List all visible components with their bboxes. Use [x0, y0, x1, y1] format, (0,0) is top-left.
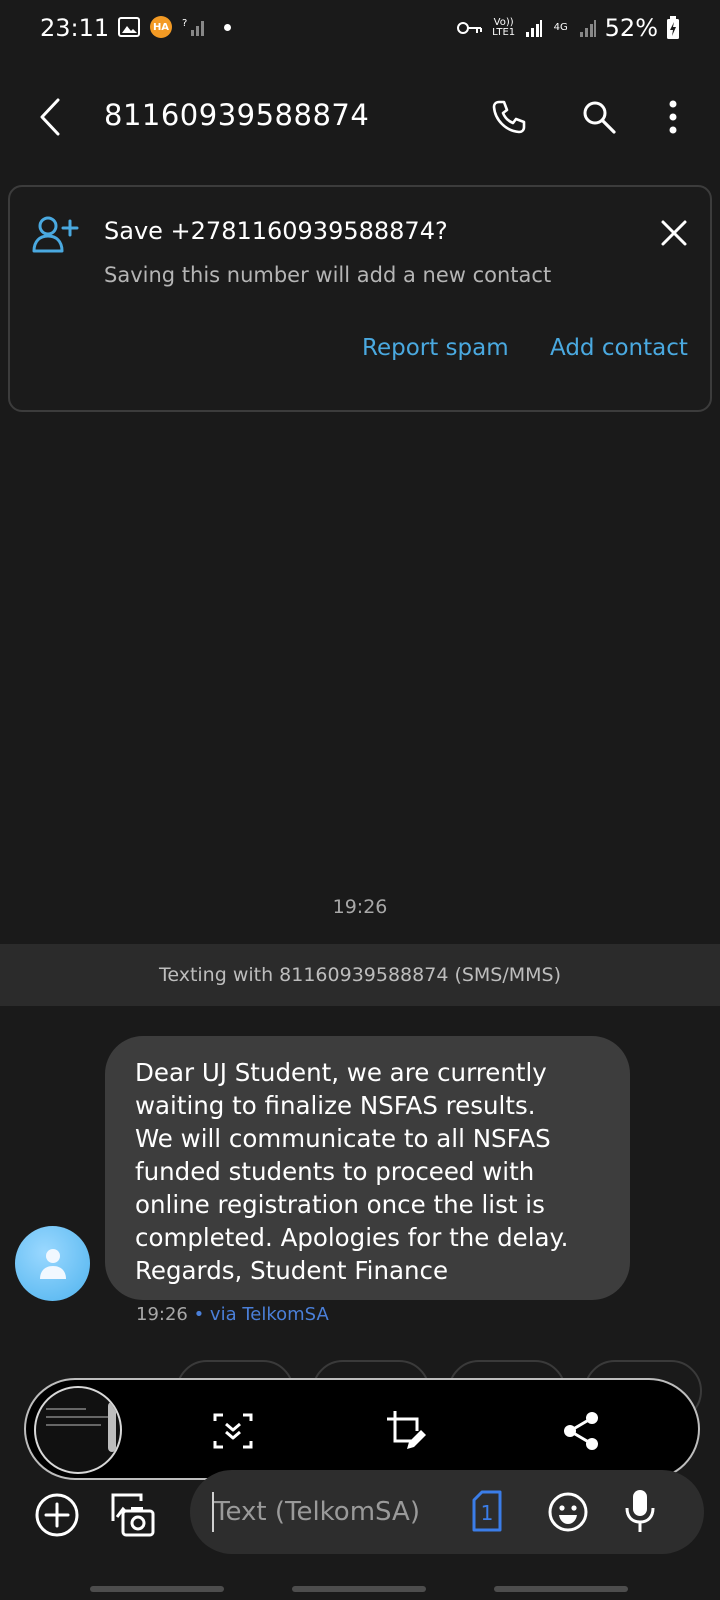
message-meta: 19:26 • via TelkomSA	[136, 1304, 329, 1325]
message-line: Regards, Student Finance	[135, 1256, 449, 1285]
message-line: funded students to proceed with	[135, 1157, 535, 1186]
share-button[interactable]	[554, 1404, 608, 1458]
save-contact-title: Save +2781160939588874?	[104, 217, 448, 245]
status-time: 23:11	[40, 14, 110, 42]
app-bar: 81160939588874	[0, 80, 720, 156]
text-cursor	[212, 1492, 214, 1532]
message-input[interactable]	[214, 1492, 464, 1532]
close-card-button[interactable]	[654, 213, 694, 253]
emoji-button[interactable]	[544, 1488, 592, 1536]
search-button[interactable]	[574, 92, 624, 142]
conversation-timestamp: 19:26	[332, 896, 388, 918]
signal-icon-1	[525, 20, 542, 37]
save-contact-subtitle: Saving this number will add a new contac…	[104, 263, 552, 287]
gallery-camera-icon	[111, 1493, 155, 1537]
report-spam-button[interactable]: Report spam	[362, 335, 509, 361]
phone-icon	[492, 100, 526, 134]
screenshot-thumbnail[interactable]	[34, 1386, 122, 1474]
save-contact-card: Save +2781160939588874? Saving this numb…	[8, 185, 712, 412]
message-via: • via TelkomSA	[187, 1304, 329, 1325]
contact-avatar[interactable]	[15, 1226, 90, 1301]
crop-edit-icon	[387, 1411, 426, 1449]
composer: 1	[0, 1470, 720, 1560]
back-icon	[40, 98, 60, 136]
call-button[interactable]	[484, 92, 534, 142]
scroll-capture-button[interactable]	[206, 1404, 260, 1458]
messages-screen: 23:11 HA ? Vo)) LTE1 4G 52% 811609395888…	[0, 0, 720, 1600]
crop-edit-button[interactable]	[380, 1404, 434, 1458]
person-icon	[39, 1248, 66, 1279]
battery-percent: 52%	[604, 14, 658, 42]
signal-icon-2	[579, 20, 596, 37]
sim-select-button[interactable]: 1	[472, 1490, 502, 1532]
texting-with-banner: Texting with 81160939588874 (SMS/MMS)	[0, 944, 720, 1006]
message-input-container: 1	[190, 1470, 704, 1554]
message-bubble[interactable]: Dear UJ Student, we are currently waitin…	[105, 1036, 630, 1300]
add-icon	[35, 1493, 79, 1537]
notification-dot	[224, 23, 231, 31]
vpn-key-icon	[456, 22, 482, 34]
mic-icon	[625, 1490, 655, 1532]
conversation-title: 81160939588874	[104, 98, 370, 132]
attach-button[interactable]	[30, 1488, 84, 1542]
nav-back[interactable]	[494, 1586, 628, 1592]
ha-notification-icon: HA	[150, 16, 172, 38]
emoji-icon	[548, 1492, 588, 1532]
add-person-icon	[32, 216, 79, 253]
more-vert-icon	[669, 100, 677, 134]
sim-icon: 1	[472, 1490, 502, 1532]
svg-text:?: ?	[182, 18, 187, 29]
sim-number: 1	[481, 1501, 494, 1525]
message-line: online registration once the list is	[135, 1190, 545, 1219]
status-bar: 23:11 HA ? Vo)) LTE1 4G 52%	[0, 0, 720, 60]
network-type-label: 4G	[553, 22, 568, 33]
gesture-nav-bar	[0, 1578, 720, 1600]
scroll-capture-icon	[213, 1413, 253, 1449]
message-line: Dear UJ Student, we are currently	[135, 1058, 547, 1087]
close-icon	[661, 220, 687, 246]
nav-recents[interactable]	[90, 1586, 224, 1592]
more-options-button[interactable]	[653, 92, 693, 142]
signal-unknown-icon: ?	[182, 18, 204, 36]
voice-input-button[interactable]	[620, 1486, 660, 1536]
battery-charging-icon	[667, 16, 679, 39]
screenshot-toolbar	[24, 1378, 700, 1480]
search-icon	[583, 101, 616, 134]
gallery-camera-button[interactable]	[106, 1488, 160, 1542]
nav-home[interactable]	[292, 1586, 426, 1592]
message-line: waiting to finalize NSFAS results.	[135, 1091, 536, 1120]
message-line: We will communicate to all NSFAS	[135, 1124, 551, 1153]
gallery-notification-icon	[118, 17, 140, 37]
volte-label: Vo)) LTE1	[492, 17, 516, 38]
back-button[interactable]	[30, 92, 70, 142]
message-time: 19:26	[136, 1304, 188, 1325]
add-contact-button[interactable]: Add contact	[550, 335, 688, 361]
share-icon	[564, 1412, 598, 1450]
message-line: completed. Apologies for the delay.	[135, 1223, 569, 1252]
